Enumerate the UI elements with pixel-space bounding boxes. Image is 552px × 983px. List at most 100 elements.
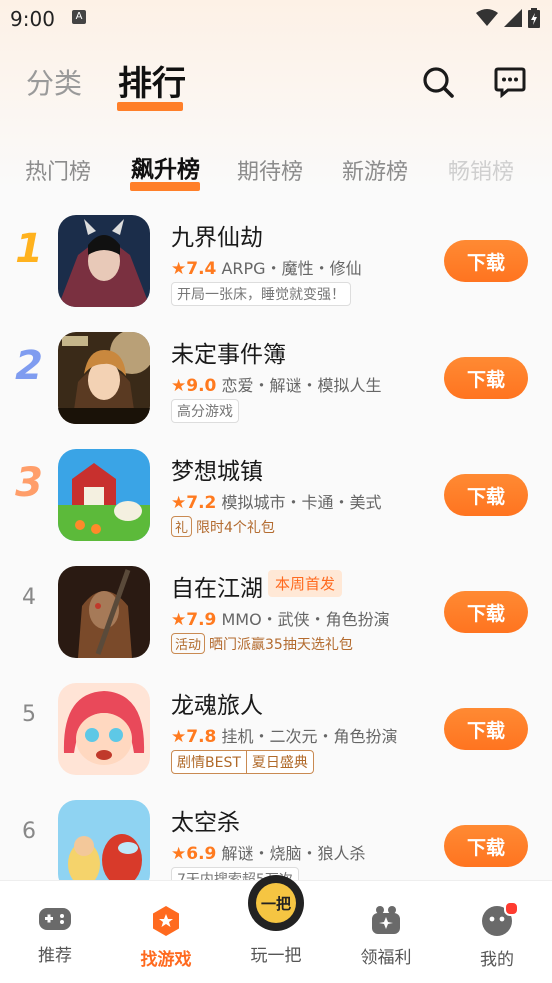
ranking-subtabs: 热门榜 飙升榜 期待榜 新游榜 畅销榜 [0,146,552,194]
game-tag: 剧情BEST 夏日盛典 [171,750,314,774]
star-icon: ★ [171,259,187,279]
star-icon: ★ [171,844,187,864]
game-meta: ★7.9 MMO・武侠・角色扮演 [171,606,390,630]
subtab-rising[interactable]: 飙升榜 [131,150,200,184]
game-icon[interactable] [58,332,150,424]
game-tag: 礼限时4个礼包 [171,516,275,537]
find-game-icon [153,906,179,936]
gift-icon [372,906,400,934]
tab-mine[interactable]: 我的 [457,901,537,970]
wifi-icon [476,9,498,26]
tab-benefits[interactable]: 领福利 [346,905,426,968]
tab-play-once[interactable]: 玩一把 [236,905,316,966]
game-meta: ★7.4 ARPG・魔性・修仙 [171,255,362,279]
game-name[interactable]: 自在江湖 [171,569,263,603]
game-meta: ★7.2 模拟城市・卡通・美式 [171,489,381,513]
game-tag: 高分游戏 [171,399,239,423]
tab-find-games[interactable]: 找游戏 [126,905,206,970]
tab-label: 找游戏 [140,950,192,970]
status-bar: 9:00 A [0,0,552,40]
game-name[interactable]: 太空杀 [171,803,240,837]
game-tag: 活动 晒门派赢35抽天选礼包 [171,633,353,654]
game-meta: ★7.8 挂机・二次元・角色扮演 [171,723,397,747]
tag-text: 剧情BEST [177,755,241,771]
top-nav: 分类 排行 [0,52,552,112]
subtab-bestseller[interactable]: 畅销榜 [448,154,514,186]
notification-a-icon: A [72,10,86,24]
game-name[interactable]: 龙魂旅人 [171,686,263,720]
game-icon[interactable] [58,566,150,658]
game-name[interactable]: 未定事件簿 [171,335,286,369]
game-score: 7.9 [186,610,217,630]
subtab-expected[interactable]: 期待榜 [237,154,303,186]
list-item[interactable]: 5 龙魂旅人 ★7.8 挂机・二次元・角色扮演 剧情BEST 夏日盛典 下载 [0,674,552,790]
game-genres: 挂机・二次元・角色扮演 [221,727,398,746]
game-name[interactable]: 九界仙劫 [171,218,263,252]
tab-category[interactable]: 分类 [26,62,82,102]
battery-icon [528,8,540,28]
list-item[interactable]: 1 九界仙劫 ★7.4 ARPG・魔性・修仙 开局一张床，睡觉就变强！ 下载 [0,206,552,322]
game-icon[interactable] [58,215,150,307]
tab-ranking[interactable]: 排行 [118,56,186,105]
download-button[interactable]: 下载 [444,825,528,867]
tag-text: 夏日盛典 [245,751,313,773]
gamepad-icon [39,908,71,930]
download-button[interactable]: 下载 [444,357,528,399]
gift-label: 礼 [171,516,193,537]
game-icon[interactable] [58,683,150,775]
message-button[interactable] [490,62,530,102]
download-button[interactable]: 下载 [444,474,528,516]
game-score: 7.2 [186,493,217,513]
rank-number: 3 [15,460,43,506]
game-meta: ★6.9 解谜・烧脑・狼人杀 [171,840,365,864]
game-name[interactable]: 梦想城镇 [171,452,263,486]
list-item[interactable]: 2 未定事件簿 ★9.0 恋爱・解谜・模拟人生 高分游戏 下载 [0,323,552,439]
search-icon [423,67,454,98]
event-label: 活动 [171,633,206,654]
game-rank-list: 1 九界仙劫 ★7.4 ARPG・魔性・修仙 开局一张床，睡觉就变强！ 下载 2… [0,206,552,882]
tab-label: 玩一把 [250,946,302,966]
notification-dot [504,901,519,916]
search-button[interactable] [418,62,458,102]
game-genres: MMO・武侠・角色扮演 [221,610,390,629]
list-item[interactable]: 3 梦想城镇 ★7.2 模拟城市・卡通・美式 礼限时4个礼包 下载 [0,440,552,556]
bottom-tab-bar: 推荐 找游戏 一把 玩一把 领福利 我的 [0,875,552,983]
profile-icon-wrap [481,901,519,941]
rank-number: 2 [15,343,43,389]
rank-number: 5 [22,702,36,727]
subtab-hot[interactable]: 热门榜 [25,154,91,186]
subtab-rising-indicator [130,182,200,191]
game-score: 7.4 [186,259,217,279]
game-icon[interactable] [58,800,150,882]
game-genres: 恋爱・解谜・模拟人生 [221,376,382,395]
tab-label: 我的 [480,950,514,970]
tag-text: 晒门派赢35抽天选礼包 [209,636,353,653]
rank-number: 1 [15,226,43,272]
list-item[interactable]: 4 自在江湖 本周首发 ★7.9 MMO・武侠・角色扮演 活动 晒门派赢35抽天选… [0,557,552,673]
message-icon [494,67,526,98]
game-icon[interactable] [58,449,150,541]
tag-text: 限时4个礼包 [196,519,275,536]
list-item[interactable]: 6 太空杀 ★6.9 解谜・烧脑・狼人杀 7天内搜索超5万次 下载 [0,791,552,882]
status-time: 9:00 [10,7,55,31]
rank-number: 6 [22,819,36,844]
download-button[interactable]: 下载 [444,708,528,750]
rank-number: 4 [22,585,36,610]
tab-recommend[interactable]: 推荐 [15,905,95,966]
star-icon: ★ [171,376,187,396]
download-button[interactable]: 下载 [444,240,528,282]
status-icons [476,8,540,28]
game-score: 6.9 [186,844,217,864]
tab-label: 领福利 [360,948,412,968]
star-icon: ★ [171,610,187,630]
star-icon: ★ [171,493,187,513]
game-meta: ★9.0 恋爱・解谜・模拟人生 [171,372,381,396]
download-button[interactable]: 下载 [444,591,528,633]
game-score: 7.8 [186,727,217,747]
game-genres: 模拟城市・卡通・美式 [221,493,382,512]
game-genres: ARPG・魔性・修仙 [221,259,362,278]
star-icon: ★ [171,727,187,747]
tab-label: 推荐 [38,946,72,966]
game-genres: 解谜・烧脑・狼人杀 [221,844,366,863]
subtab-new[interactable]: 新游榜 [342,154,408,186]
